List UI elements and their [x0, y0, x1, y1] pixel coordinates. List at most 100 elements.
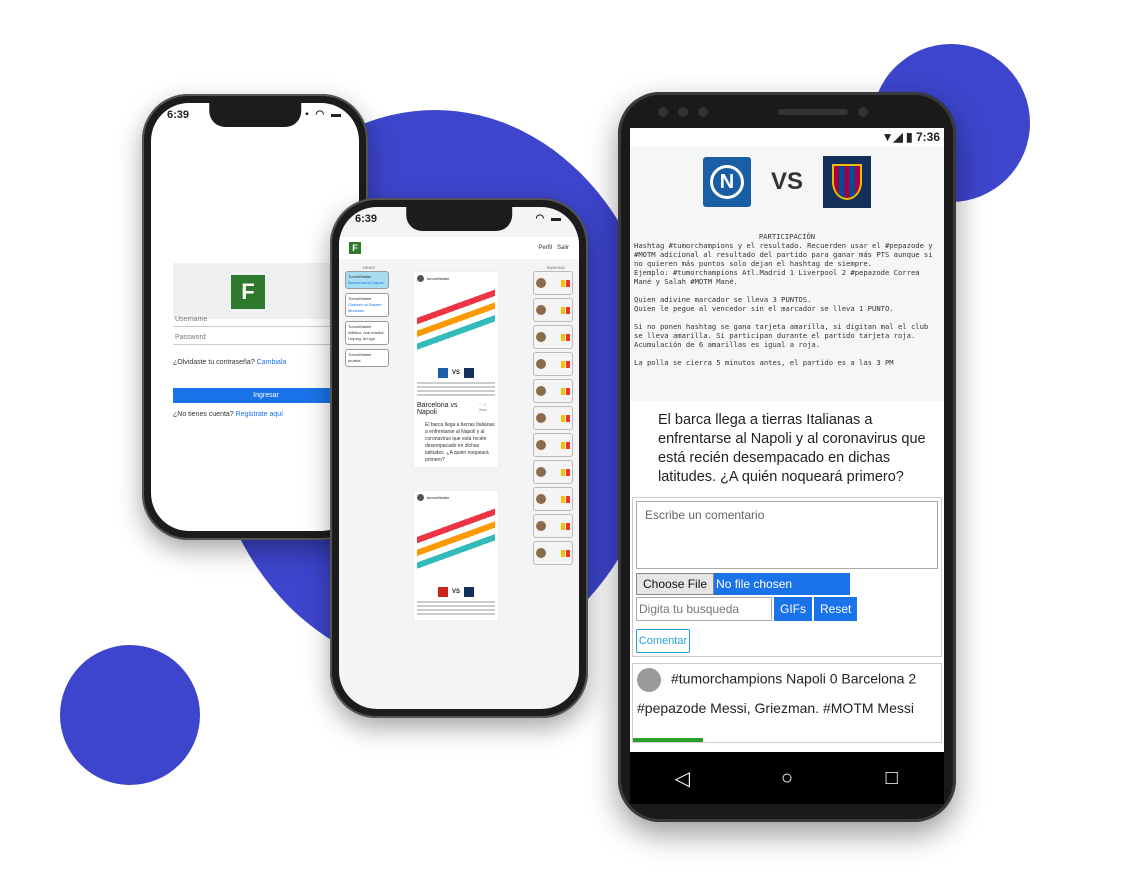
- avatar: [536, 278, 546, 288]
- iphone-feed: 6:39 ◠ ▬ F Perfil Salir NEWS RANKING Tumor…: [330, 198, 588, 718]
- detail-screen: ▼◢ ▮ 7:36 N VS PARTICIPACIÓN Hashtag #tum…: [630, 128, 944, 752]
- ranking-card[interactable]: [533, 541, 573, 565]
- reset-button[interactable]: Reset: [814, 597, 858, 621]
- status-bar: 6:39 ◠ ▬: [355, 213, 563, 229]
- ranking-card[interactable]: [533, 325, 573, 349]
- post-feed: tumorMaster VS Barcelona vs Napoli ♡ 1 li…: [413, 271, 499, 643]
- avatar: [536, 359, 546, 369]
- ranking-card[interactable]: [533, 352, 573, 376]
- bayern-crest-icon: [437, 587, 448, 597]
- app-logo: F: [231, 275, 265, 309]
- nav-logo[interactable]: F: [349, 242, 361, 254]
- ranking-heading: RANKING: [546, 265, 565, 270]
- comment-textarea[interactable]: Escribe un comentario: [636, 501, 938, 569]
- avatar: [417, 275, 424, 282]
- comment-form: Escribe un comentario Choose File No fil…: [632, 497, 942, 657]
- forgot-password-text: ¿Olvidaste tu contraseña? Cambiala: [173, 359, 287, 366]
- napoli-crest-icon: [437, 368, 448, 378]
- comment-button[interactable]: Comentar: [636, 629, 690, 653]
- progress-indicator: [633, 738, 703, 742]
- participation-rules: PARTICIPACIÓN Hashtag #tumorchampions y e…: [630, 232, 944, 367]
- avatar: [536, 332, 546, 342]
- news-card[interactable]: TumorMaster Atlético, real madrid, Leipzi…: [345, 321, 389, 345]
- clock: 6:39: [167, 109, 190, 121]
- top-nav: F Perfil Salir: [339, 237, 579, 259]
- news-card[interactable]: TumorMaster prueba: [345, 349, 389, 367]
- ranking-card[interactable]: [533, 433, 573, 457]
- comment-text-line2: #pepazode Messi, Griezman. #MOTM Messi: [637, 700, 914, 716]
- ranking-card[interactable]: [533, 379, 573, 403]
- news-card[interactable]: TumorMaster Barcelona vs Napoli: [345, 271, 389, 289]
- avatar: [536, 467, 546, 477]
- participation-text: Hashtag #tumorchampions y el resultado. …: [634, 241, 933, 367]
- signal-icons: ▪ ◠ ▬: [305, 109, 343, 120]
- register-text: ¿No tienes cuenta? Registrate aquí: [173, 411, 284, 418]
- avatar: [536, 440, 546, 450]
- avatar: [536, 494, 546, 504]
- ranking-card[interactable]: [533, 487, 573, 511]
- match-description: El barca llega a tierras Italianas a enf…: [658, 412, 926, 485]
- post-title[interactable]: Barcelona vs Napoli: [417, 402, 479, 416]
- ranking-card[interactable]: [533, 460, 573, 484]
- choose-file-button[interactable]: Choose File: [636, 573, 715, 595]
- recents-icon[interactable]: □: [877, 767, 907, 790]
- back-icon[interactable]: ◁: [667, 766, 697, 791]
- matchup: VS: [417, 587, 495, 597]
- clock: 7:36: [915, 130, 940, 144]
- post-card[interactable]: tumorMaster VS Barcelona vs Napoli ♡ 1 li…: [413, 271, 499, 468]
- file-status: No file chosen: [714, 573, 851, 595]
- match-header: N VS PARTICIPACIÓN Hashtag #tumorchampion…: [630, 146, 944, 401]
- gif-search: Digita tu busqueda GIFs Reset: [636, 597, 938, 621]
- matchup: VS: [417, 368, 495, 378]
- news-list: TumorMaster Barcelona vs Napoli TumorMast…: [345, 271, 389, 371]
- news-heading: NEWS: [363, 265, 375, 270]
- android-detail: ▼◢ ▮ 7:36 N VS PARTICIPACIÓN Hashtag #tum…: [618, 92, 956, 822]
- ranking-card[interactable]: [533, 271, 573, 295]
- teams: N VS: [630, 146, 944, 208]
- ranking-card[interactable]: [533, 298, 573, 322]
- login-screen: 6:39 ▪ ◠ ▬ F Username Password ¿Olvidaste…: [151, 103, 359, 531]
- post-illustration: [417, 286, 495, 364]
- comment-text-line1: #tumorchampions Napoli 0 Barcelona 2: [671, 670, 917, 687]
- post-author: tumorMaster: [427, 276, 450, 281]
- barca-crest-icon: [464, 368, 474, 378]
- ranking-list: [533, 271, 573, 568]
- barca-crest-icon: [823, 156, 871, 208]
- status-bar: 6:39 ▪ ◠ ▬: [167, 109, 343, 125]
- avatar: [536, 386, 546, 396]
- vs-label: VS: [770, 168, 803, 195]
- participation-title: PARTICIPACIÓN: [758, 232, 816, 241]
- post-card[interactable]: tumorMaster VS: [413, 490, 499, 621]
- ranking-card[interactable]: [533, 514, 573, 538]
- forgot-password-link[interactable]: Cambiala: [257, 359, 287, 366]
- status-bar: ▼◢ ▮ 7:36: [881, 130, 940, 144]
- gif-search-input[interactable]: Digita tu busqueda: [636, 597, 772, 621]
- avatar: [536, 305, 546, 315]
- register-link[interactable]: Registrate aquí: [236, 411, 283, 418]
- avatar: [417, 494, 424, 501]
- gifs-button[interactable]: GIFs: [774, 597, 812, 621]
- news-card[interactable]: TumorMaster Chelsea vs Bayern Munchen: [345, 293, 389, 317]
- signal-icons: ◠ ▬: [535, 213, 563, 224]
- avatar: [536, 521, 546, 531]
- file-input: Choose File No file chosen: [636, 573, 938, 595]
- chelsea-crest-icon: [464, 587, 474, 597]
- avatar: [536, 548, 546, 558]
- ranking-card[interactable]: [533, 406, 573, 430]
- post-illustration: [417, 505, 495, 583]
- home-icon[interactable]: ○: [772, 767, 802, 790]
- avatar: [637, 668, 661, 692]
- avatar: [536, 413, 546, 423]
- clock: 6:39: [355, 213, 378, 225]
- profile-link[interactable]: Perfil: [538, 245, 552, 251]
- feed-screen: 6:39 ◠ ▬ F Perfil Salir NEWS RANKING Tumor…: [339, 207, 579, 709]
- phone-top-bezel: [658, 104, 916, 120]
- background-circle-bottom-left: [60, 645, 200, 785]
- likes-count[interactable]: ♡ 1 likes: [479, 402, 495, 416]
- logout-link[interactable]: Salir: [557, 245, 569, 251]
- post-body: El barca llega a tierras Italianas a enf…: [425, 422, 495, 463]
- android-nav-bar: ◁ ○ □: [630, 752, 944, 804]
- comment-item: #tumorchampions Napoli 0 Barcelona 2 #pe…: [632, 663, 942, 743]
- post-author: tumorMaster: [427, 495, 450, 500]
- napoli-crest-icon: N: [702, 157, 751, 207]
